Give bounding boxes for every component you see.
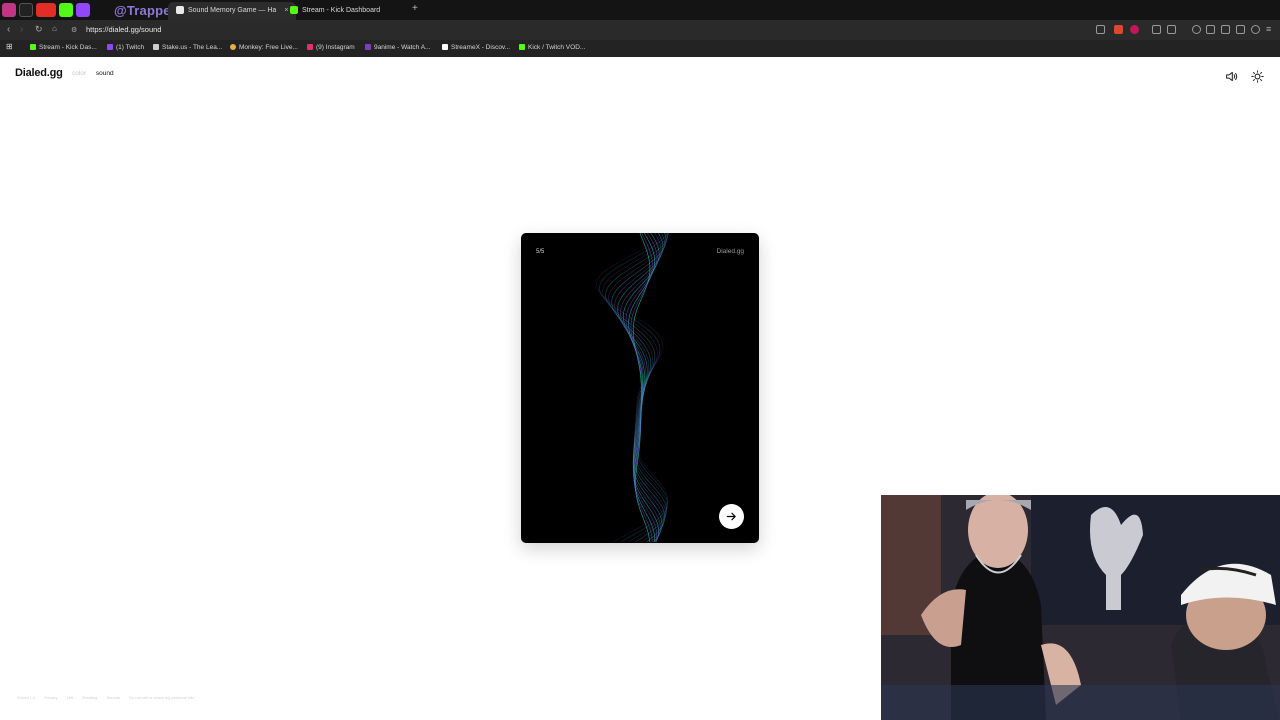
monkey-icon xyxy=(230,44,236,50)
nav-color-link[interactable]: color xyxy=(72,70,86,77)
bookmark-item[interactable]: 9anime - Watch A... xyxy=(365,44,430,51)
site-info-icon[interactable]: ⚙ xyxy=(71,26,77,34)
tab-bar: @TrappedDots Sound Memory Game — Ha × Str… xyxy=(0,0,1280,20)
kick-icon xyxy=(519,44,525,50)
kick-icon xyxy=(30,44,36,50)
twitch-icon xyxy=(107,44,113,50)
bookmark-label: StreameX - Discov... xyxy=(451,44,511,51)
bookmark-item[interactable]: (1) Twitch xyxy=(107,44,144,51)
back-icon[interactable]: ‹ xyxy=(7,24,10,35)
sound-waveform xyxy=(596,233,669,543)
tiktok-icon xyxy=(19,3,33,17)
bookmark-label: Stake.us - The Lea... xyxy=(162,44,223,51)
footer-item: Sound 1.0 xyxy=(17,695,36,700)
tab-search-icon[interactable] xyxy=(1221,25,1230,34)
bookmark-label: 9anime - Watch A... xyxy=(374,44,431,51)
round-counter: 5/5 xyxy=(536,249,545,255)
volume-icon[interactable] xyxy=(1225,70,1238,83)
wallet-icon[interactable] xyxy=(1167,25,1176,34)
wave-strand xyxy=(602,233,669,543)
menu-icon[interactable]: ≡ xyxy=(1266,24,1271,34)
address-bar: ‹ › ↻ ⌂ ⚙ https://dialed.gg/sound ≡ xyxy=(0,20,1280,40)
bookmark-item[interactable]: StreameX - Discov... xyxy=(442,44,510,51)
media-icon[interactable] xyxy=(1192,25,1201,34)
reload-icon[interactable]: ↻ xyxy=(35,24,43,35)
webcam-overlay xyxy=(881,495,1280,720)
brave-shield-icon[interactable] xyxy=(1114,25,1123,34)
streamex-icon xyxy=(442,44,448,50)
9anime-icon xyxy=(365,44,371,50)
footer-link[interactable]: Sounds xyxy=(106,695,120,700)
sidebar-icon[interactable] xyxy=(1206,25,1215,34)
stake-icon xyxy=(153,44,159,50)
instagram-icon xyxy=(307,44,313,50)
twitch-icon xyxy=(76,3,90,17)
footer-link[interactable]: Left xyxy=(67,695,74,700)
tab-label: Stream - Kick Dashboard xyxy=(302,7,381,14)
bookmark-item[interactable]: Monkey: Free Live... xyxy=(230,44,298,51)
footer-link[interactable]: Rotating xyxy=(82,695,97,700)
browser-chrome: @TrappedDots Sound Memory Game — Ha × Str… xyxy=(0,0,1280,57)
kick-icon xyxy=(59,3,73,17)
mode-nav: color sound xyxy=(72,70,122,77)
youtube-icon xyxy=(36,3,56,17)
webcam-feed xyxy=(881,495,1280,720)
nav-sound-link[interactable]: sound xyxy=(96,70,114,77)
apps-icon[interactable]: ⊞ xyxy=(6,42,13,51)
wave-strand xyxy=(596,233,669,543)
bookmark-label: Stream - Kick Das... xyxy=(39,44,97,51)
instagram-icon xyxy=(2,3,16,17)
bookmark-item[interactable]: Stream - Kick Das... xyxy=(30,44,97,51)
share-icon[interactable] xyxy=(1096,25,1105,34)
wave-strand xyxy=(608,233,668,543)
vpn-icon[interactable] xyxy=(1251,25,1260,34)
bookmark-label: Monkey: Free Live... xyxy=(239,44,298,51)
bookmark-item[interactable]: Stake.us - The Lea... xyxy=(153,44,222,51)
forward-icon[interactable]: › xyxy=(20,24,23,35)
url-field[interactable]: https://dialed.gg/sound xyxy=(86,25,161,34)
bookmark-item[interactable]: (9) Instagram xyxy=(307,44,355,51)
tab-favicon xyxy=(176,6,184,15)
next-button[interactable] xyxy=(719,504,744,529)
tab-label: Sound Memory Game — Ha xyxy=(188,7,277,14)
footer-link[interactable]: Do not sell or share my personal info xyxy=(129,695,194,700)
bookmark-label: Kick / Twitch VOD... xyxy=(528,44,586,51)
card-brand: Dialed.gg xyxy=(716,248,744,255)
stream-overlay-icons xyxy=(0,0,90,20)
tab-kick-dashboard[interactable]: Stream - Kick Dashboard xyxy=(290,2,380,20)
rewards-icon[interactable] xyxy=(1130,25,1139,34)
leo-icon[interactable] xyxy=(1236,25,1245,34)
site-logo[interactable]: Dialed.gg xyxy=(15,67,63,79)
bookmark-label: (9) Instagram xyxy=(316,44,355,51)
sun-icon[interactable] xyxy=(1251,70,1264,83)
close-tab-icon[interactable]: × xyxy=(284,7,288,14)
bookmark-icon[interactable]: ⌂ xyxy=(52,24,57,33)
bookmark-item[interactable]: Kick / Twitch VOD... xyxy=(519,44,585,51)
footer-link[interactable]: Privacy xyxy=(44,695,57,700)
new-tab-button[interactable]: + xyxy=(412,3,418,14)
arrow-right-icon xyxy=(726,512,736,521)
kick-favicon xyxy=(290,6,298,15)
extensions-icon[interactable] xyxy=(1152,25,1161,34)
bookmark-label: (1) Twitch xyxy=(116,44,145,51)
sound-card: 5/5 Dialed.gg xyxy=(521,233,759,543)
bookmarks-bar: ⊞ Stream - Kick Das... (1) Twitch Stake.… xyxy=(0,40,1280,57)
tab-sound-memory-game[interactable]: Sound Memory Game — Ha × xyxy=(168,2,297,20)
footer: Sound 1.0 Privacy Left Rotating Sounds D… xyxy=(17,695,202,700)
